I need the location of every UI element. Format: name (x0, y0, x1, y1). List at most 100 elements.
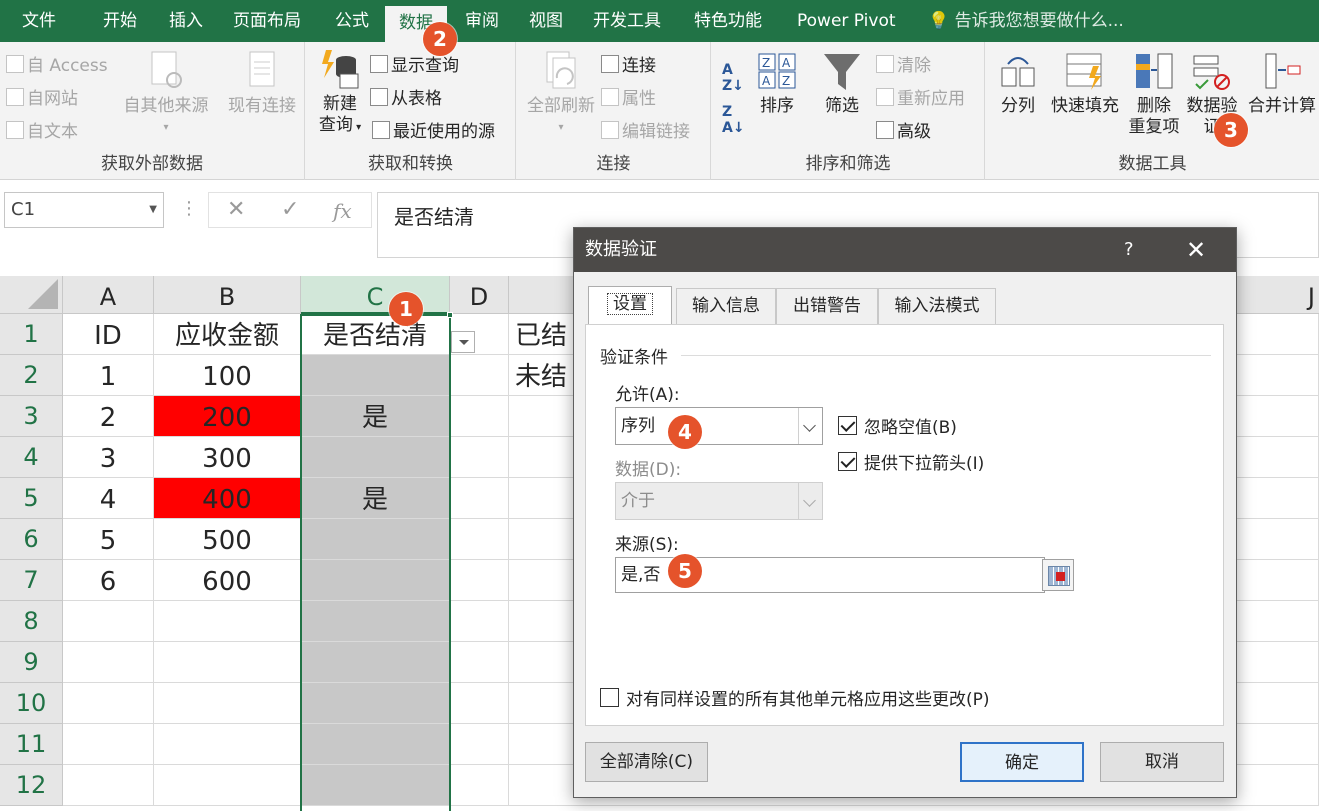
clear-all-button[interactable]: 全部清除(C) (585, 742, 708, 782)
range-select-icon[interactable] (1042, 559, 1074, 591)
from-other-sources-button[interactable]: 自其他来源 ▾ (118, 50, 214, 138)
cell[interactable]: 300 (154, 437, 301, 478)
tab-special[interactable]: 特色功能 (694, 0, 762, 42)
cell-dropdown-arrow[interactable] (451, 331, 475, 353)
row-header[interactable]: 10 (0, 683, 63, 724)
cell[interactable] (154, 724, 301, 765)
from-text-button[interactable]: 自文本 (6, 117, 78, 142)
close-icon[interactable]: ✕ (1186, 228, 1206, 272)
sort-za-icon[interactable]: Z A↓ (722, 104, 745, 136)
tab-error-alert[interactable]: 出错警告 (776, 288, 878, 324)
row-header[interactable]: 5 (0, 478, 63, 519)
cell[interactable]: 是否结清 (301, 314, 450, 355)
cell[interactable] (450, 765, 509, 806)
clear-filter-button[interactable]: 清除 (876, 51, 931, 76)
cell[interactable]: 600 (154, 560, 301, 601)
chevron-down-icon[interactable] (798, 483, 822, 519)
tab-power-pivot[interactable]: Power Pivot (797, 0, 896, 42)
filter-button[interactable]: 筛选 (814, 50, 870, 117)
cell[interactable] (450, 724, 509, 765)
row-header[interactable]: 11 (0, 724, 63, 765)
tab-home[interactable]: 开始 (103, 0, 137, 42)
cell[interactable] (63, 642, 154, 683)
cell[interactable] (301, 560, 450, 601)
cell[interactable] (450, 437, 509, 478)
edit-links-button[interactable]: 编辑链接 (601, 117, 690, 142)
cell[interactable] (301, 355, 450, 396)
row-header[interactable]: 1 (0, 314, 63, 355)
from-access-button[interactable]: 自 Access (6, 51, 108, 76)
data-select[interactable]: 介于 (615, 482, 823, 520)
consolidate-button[interactable]: 合并计算 (1244, 50, 1319, 117)
cell[interactable]: 500 (154, 519, 301, 560)
cell[interactable]: 1 (63, 355, 154, 396)
ok-button[interactable]: 确定 (960, 742, 1084, 782)
column-header-d[interactable]: D (450, 276, 509, 314)
tab-developer[interactable]: 开发工具 (593, 0, 661, 42)
cell[interactable]: 4 (63, 478, 154, 519)
cell[interactable] (450, 478, 509, 519)
row-header[interactable]: 4 (0, 437, 63, 478)
tab-settings[interactable]: 设置 (588, 286, 672, 325)
cell[interactable] (450, 396, 509, 437)
column-header-b[interactable]: B (154, 276, 301, 314)
from-web-button[interactable]: 自网站 (6, 84, 78, 109)
cell[interactable]: 400 (154, 478, 301, 519)
insert-function-icon[interactable]: fx (333, 199, 352, 223)
confirm-entry-icon[interactable]: ✓ (281, 197, 299, 222)
cell[interactable] (154, 601, 301, 642)
cell[interactable]: 应收金额 (154, 314, 301, 355)
flash-fill-button[interactable]: 快速填充 (1048, 50, 1122, 117)
cancel-button[interactable]: 取消 (1100, 742, 1224, 782)
cell[interactable] (154, 642, 301, 683)
cell[interactable] (301, 601, 450, 642)
sort-button[interactable]: ZAAZ 排序 (750, 50, 804, 117)
cell[interactable] (301, 642, 450, 683)
cell[interactable] (450, 355, 509, 396)
column-header-a[interactable]: A (63, 276, 154, 314)
cell[interactable]: ID (63, 314, 154, 355)
cell[interactable] (63, 601, 154, 642)
allow-select[interactable]: 序列 (615, 407, 823, 445)
selection-handle[interactable] (447, 312, 453, 318)
name-box-dropdown-icon[interactable]: ▼ (149, 193, 157, 227)
apply-to-all-checkbox[interactable]: 对有同样设置的所有其他单元格应用这些更改(P) (600, 685, 990, 710)
advanced-filter-button[interactable]: 高级 (876, 117, 931, 142)
cell[interactable] (154, 683, 301, 724)
reapply-button[interactable]: 重新应用 (876, 84, 965, 109)
row-header[interactable]: 8 (0, 601, 63, 642)
tab-ime-mode[interactable]: 输入法模式 (878, 288, 996, 324)
name-box[interactable]: C1 ▼ (4, 192, 164, 228)
cell[interactable]: 5 (63, 519, 154, 560)
recent-sources-button[interactable]: 最近使用的源 (372, 117, 495, 142)
cell[interactable]: 是 (301, 396, 450, 437)
cell[interactable]: 200 (154, 396, 301, 437)
cell[interactable] (63, 683, 154, 724)
row-header[interactable]: 9 (0, 642, 63, 683)
cell[interactable]: 2 (63, 396, 154, 437)
from-table-button[interactable]: 从表格 (370, 84, 442, 109)
cell[interactable] (450, 683, 509, 724)
column-header-c[interactable]: C (301, 276, 450, 314)
cell[interactable] (450, 560, 509, 601)
cell[interactable] (301, 724, 450, 765)
tell-me-search[interactable]: 💡 告诉我您想要做什么... (928, 0, 1124, 42)
cell[interactable] (154, 765, 301, 806)
ignore-blank-checkbox[interactable]: 忽略空值(B) (838, 413, 957, 438)
tab-review[interactable]: 审阅 (465, 0, 499, 42)
tab-view[interactable]: 视图 (529, 0, 563, 42)
cell[interactable] (63, 765, 154, 806)
tab-insert[interactable]: 插入 (169, 0, 203, 42)
cancel-entry-icon[interactable]: ✕ (227, 197, 245, 222)
chevron-down-icon[interactable] (798, 408, 822, 444)
sort-az-icon[interactable]: A Z↓ (722, 62, 744, 94)
cell[interactable] (301, 765, 450, 806)
cell[interactable] (450, 642, 509, 683)
cell[interactable]: 3 (63, 437, 154, 478)
existing-connections-button[interactable]: 现有连接 (222, 50, 302, 117)
select-all-corner[interactable] (0, 276, 63, 314)
in-cell-dropdown-checkbox[interactable]: 提供下拉箭头(I) (838, 449, 984, 474)
properties-button[interactable]: 属性 (601, 84, 656, 109)
text-to-columns-button[interactable]: 分列 (994, 50, 1042, 117)
new-query-button[interactable]: 新建 查询 ▾ (310, 48, 370, 138)
